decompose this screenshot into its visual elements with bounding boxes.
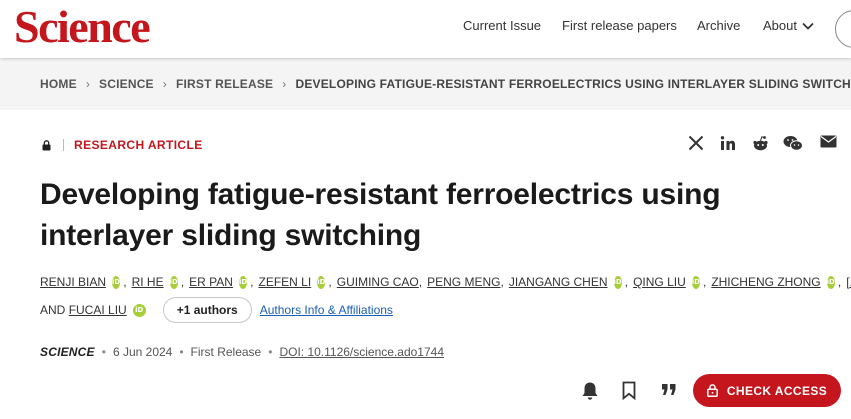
nav-about[interactable]: About — [763, 18, 814, 33]
nav-archive[interactable]: Archive — [697, 18, 740, 33]
wechat-icon[interactable] — [783, 135, 803, 152]
orcid-icon[interactable]: iD — [691, 275, 700, 289]
orcid-icon[interactable]: iD — [169, 275, 178, 289]
article-type-row: RESEARCH ARTICLE — [42, 138, 203, 152]
more-authors-button[interactable]: +1 authors — [162, 297, 252, 323]
orcid-icon[interactable]: iD — [132, 303, 146, 317]
author-link[interactable]: RENJI BIAN — [40, 268, 106, 296]
publish-date: 6 Jun 2024 — [112, 345, 173, 359]
journal-name: SCIENCE — [40, 345, 95, 359]
site-header: Science Current Issue First release pape… — [0, 0, 851, 58]
orcid-icon[interactable]: iD — [238, 275, 248, 289]
article-meta: SCIENCE • 6 Jun 2024 • First Release • D… — [40, 345, 444, 359]
authors-affiliations-link[interactable]: Authors Info & Affiliations — [260, 296, 393, 324]
article-title: Developing fatigue-resistant ferroelectr… — [40, 178, 721, 252]
author-link[interactable]: JIANGANG CHEN — [509, 268, 608, 296]
author-link[interactable]: QING LIU — [633, 268, 686, 296]
lock-icon — [706, 384, 718, 397]
separator-dot: • — [101, 345, 106, 359]
and-label: AND — [40, 303, 66, 317]
doi-link[interactable]: DOI: 10.1126/science.ado1744 — [279, 345, 444, 359]
author-link[interactable]: GUIMING CAO — [337, 268, 419, 296]
breadcrumb-home[interactable]: HOME — [40, 77, 77, 91]
divider — [63, 139, 64, 151]
author-link[interactable]: RI HE — [132, 268, 164, 296]
nav-first-release[interactable]: First release papers — [562, 18, 677, 33]
article-type-label[interactable]: RESEARCH ARTICLE — [74, 138, 203, 152]
user-menu-button[interactable] — [835, 10, 851, 48]
orcid-icon[interactable]: iD — [112, 275, 121, 289]
separator-dot: • — [179, 345, 184, 359]
chevron-down-icon — [802, 22, 814, 30]
bell-icon[interactable] — [581, 381, 599, 401]
orcid-icon[interactable]: iD — [613, 275, 622, 289]
reddit-icon[interactable] — [752, 135, 769, 152]
lock-icon — [42, 139, 51, 150]
email-icon[interactable] — [820, 135, 837, 148]
science-logo[interactable]: Science — [14, 4, 151, 50]
orcid-icon[interactable]: iD — [826, 275, 835, 289]
release-type: First Release — [190, 345, 262, 359]
author-link[interactable]: FUCAI LIU — [69, 296, 127, 324]
check-access-button[interactable]: CHECK ACCESS — [693, 374, 841, 407]
author-link[interactable]: ZHICHENG ZHONG — [711, 268, 820, 296]
chevron-right-icon: › — [85, 77, 91, 91]
x-icon[interactable] — [688, 135, 704, 151]
authors-ellipsis[interactable]: [...] — [846, 268, 851, 296]
quote-icon[interactable] — [661, 383, 677, 396]
author-link[interactable]: ZEFEN LI — [259, 268, 312, 296]
separator-dot: • — [268, 345, 273, 359]
check-access-label: CHECK ACCESS — [726, 383, 828, 398]
author-link[interactable]: PENG MENG — [427, 268, 500, 296]
chevron-right-icon: › — [162, 77, 167, 91]
breadcrumb-current: DEVELOPING FATIGUE-RESISTANT FERROELECTR… — [295, 77, 851, 91]
author-link[interactable]: ER PAN — [189, 268, 233, 296]
breadcrumb: HOME › SCIENCE › FIRST RELEASE › DEVELOP… — [40, 77, 851, 91]
nav-about-label: About — [763, 18, 797, 33]
linkedin-icon[interactable] — [720, 135, 736, 151]
nav-current-issue[interactable]: Current Issue — [463, 18, 541, 33]
author-list: RENJI BIAN iD, RI HE iD, ER PAN iD, ZEFEN L… — [40, 273, 851, 329]
chevron-right-icon: › — [282, 77, 287, 91]
breadcrumb-science[interactable]: SCIENCE — [99, 77, 154, 91]
breadcrumb-first-release[interactable]: FIRST RELEASE — [176, 77, 273, 91]
bookmark-icon[interactable] — [622, 381, 636, 400]
orcid-icon[interactable]: iD — [317, 275, 326, 289]
